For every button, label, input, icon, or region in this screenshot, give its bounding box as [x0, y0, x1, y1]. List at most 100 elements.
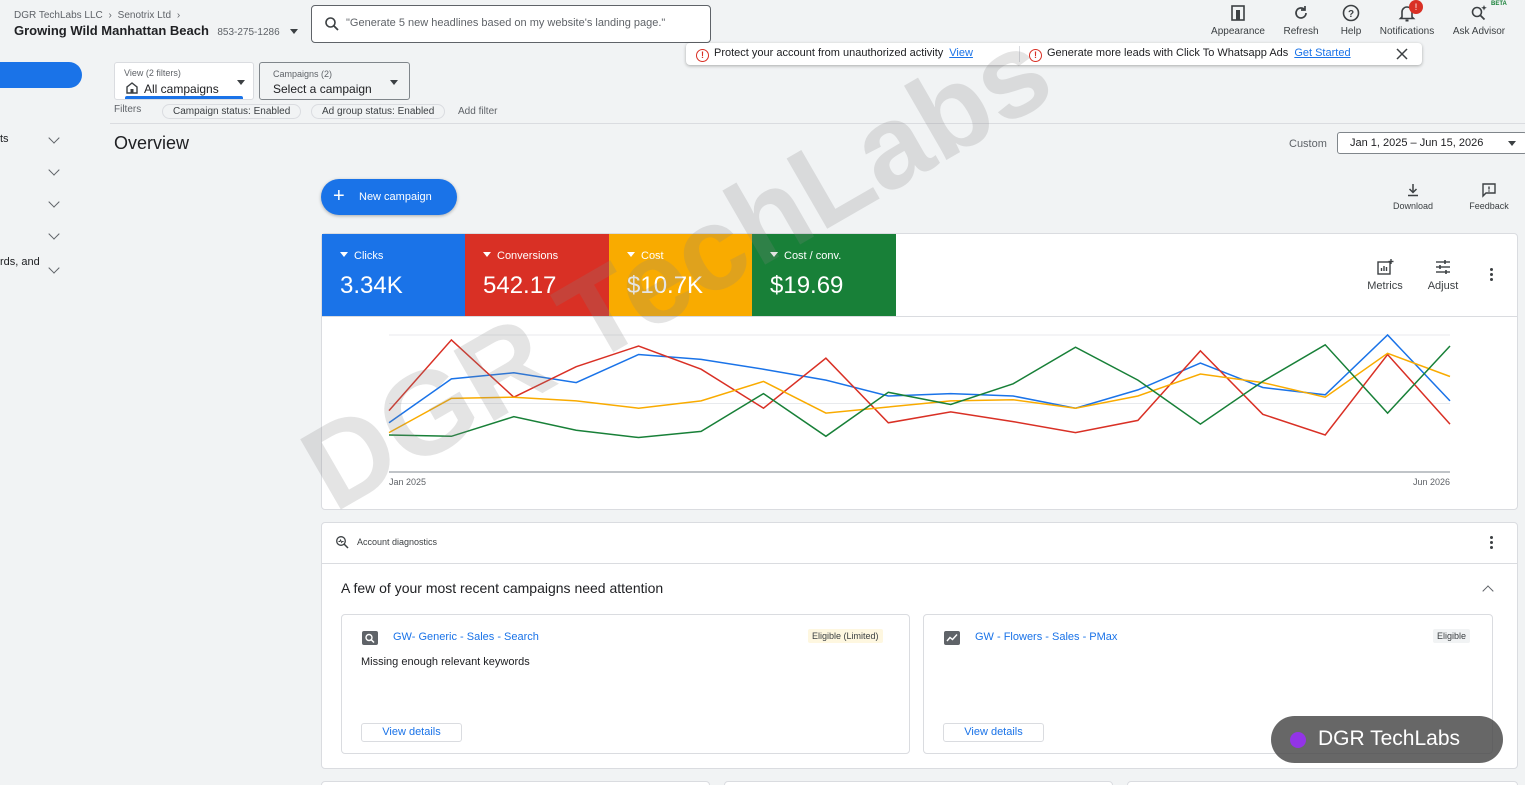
- notifications-label: Notifications: [1379, 26, 1435, 37]
- metric-value: $19.69: [770, 272, 844, 299]
- metrics-label: Metrics: [1367, 280, 1403, 292]
- account-switcher[interactable]: Growing Wild Manhattan Beach 853-275-128…: [14, 22, 299, 40]
- metric-value: 3.34K: [340, 272, 403, 299]
- chevron-up-icon[interactable]: [1482, 585, 1494, 597]
- x-axis-end-label: Jun 2026: [1413, 477, 1450, 487]
- card-partial: [724, 781, 1113, 785]
- feedback-icon: [1482, 183, 1496, 198]
- chevron-right-icon: ›: [176, 10, 181, 21]
- download-button[interactable]: Download: [1388, 182, 1438, 211]
- chevron-down-icon[interactable]: [48, 132, 60, 144]
- ai-search-icon: [1471, 5, 1487, 21]
- dropdown-arrow-icon: [1508, 141, 1516, 146]
- metric-tile-clicks[interactable]: Clicks 3.34K: [322, 234, 465, 316]
- new-campaign-button[interactable]: + New campaign: [321, 179, 457, 215]
- feedback-label: Feedback: [1469, 201, 1509, 211]
- feedback-button[interactable]: Feedback: [1464, 182, 1514, 211]
- sidebar-item-label[interactable]: rds, and: [0, 256, 40, 268]
- status-badge: Eligible: [1433, 629, 1471, 643]
- chevron-down-icon[interactable]: [48, 228, 60, 240]
- help-button[interactable]: ? Help: [1331, 3, 1371, 37]
- breadcrumb-item-sub[interactable]: Senotrix Ltd: [118, 10, 171, 21]
- get-started-link[interactable]: Get Started: [1294, 47, 1350, 59]
- banner-divider: [1019, 46, 1020, 62]
- more-options-icon[interactable]: [1490, 268, 1494, 283]
- date-range-type: Custom: [1289, 138, 1327, 150]
- view-details-button[interactable]: View details: [361, 723, 462, 742]
- close-icon[interactable]: [1396, 48, 1408, 60]
- metric-name: Clicks: [354, 250, 384, 262]
- brand-dot: [1290, 732, 1306, 748]
- more-options-icon[interactable]: [1490, 536, 1494, 551]
- diagnostic-issue: Missing enough relevant keywords: [361, 656, 530, 668]
- divider: [110, 123, 1525, 124]
- card-partial: [1127, 781, 1518, 785]
- series-line-0[interactable]: [388, 333, 1451, 424]
- campaign-link[interactable]: GW - Flowers - Sales - PMax: [975, 631, 1117, 643]
- view-selector-value: All campaigns: [144, 82, 219, 96]
- search-campaign-icon: [362, 631, 378, 645]
- notifications-button[interactable]: Notifications: [1376, 3, 1438, 37]
- appearance-icon: [1231, 5, 1245, 21]
- campaign-diagnostic-card: GW- Generic - Sales - Search Eligible (L…: [341, 614, 910, 754]
- beta-badge: BETA: [1491, 1, 1507, 7]
- warning-icon: !: [1029, 49, 1042, 62]
- performance-line-chart: Jan 2025 Jun 2026: [388, 333, 1451, 487]
- search-input[interactable]: "Generate 5 new headlines based on my we…: [311, 5, 711, 43]
- metric-name: Cost / conv.: [784, 250, 842, 262]
- breadcrumb: DGR TechLabs LLC › Senotrix Ltd ›: [14, 10, 180, 21]
- ask-advisor-button[interactable]: Ask Advisor: [1448, 3, 1510, 37]
- divider: [322, 563, 1517, 564]
- adjust-button[interactable]: Adjust: [1421, 258, 1465, 292]
- dropdown-arrow-icon: [483, 252, 491, 257]
- chevron-right-icon: ›: [108, 10, 112, 21]
- breadcrumb-item-manager[interactable]: DGR TechLabs LLC: [14, 10, 103, 21]
- brand-badge: DGR TechLabs: [1271, 716, 1503, 763]
- campaign-selector-value: Select a campaign: [273, 82, 372, 96]
- metric-tile-cost-per-conv[interactable]: Cost / conv. $19.69: [752, 234, 896, 316]
- appearance-button[interactable]: Appearance: [1208, 3, 1268, 37]
- metric-tile-conversions[interactable]: Conversions 542.17: [465, 234, 609, 316]
- add-filter-button[interactable]: Add filter: [458, 106, 497, 117]
- refresh-button[interactable]: Refresh: [1281, 3, 1321, 37]
- series-line-1[interactable]: [388, 338, 1451, 436]
- chevron-down-icon[interactable]: [48, 262, 60, 274]
- whatsapp-promo-text: Generate more leads with Click To Whatsa…: [1047, 47, 1289, 59]
- sidebar-create-button[interactable]: [0, 62, 82, 88]
- dropdown-arrow-icon: [340, 252, 348, 257]
- search-icon: [325, 17, 339, 31]
- performance-card: Clicks 3.34K Conversions 542.17 Cost $10…: [321, 233, 1518, 510]
- view-selector[interactable]: View (2 filters) All campaigns: [114, 62, 254, 100]
- download-icon: [1408, 184, 1418, 197]
- chevron-down-icon[interactable]: [48, 196, 60, 208]
- sidebar-item-label[interactable]: ts: [0, 133, 9, 145]
- tune-icon: [1436, 260, 1450, 274]
- filter-chip-campaign-status[interactable]: Campaign status: Enabled: [162, 104, 302, 119]
- card-partial: [321, 781, 710, 785]
- dropdown-arrow-icon: [770, 252, 778, 257]
- add-chart-icon: [1377, 259, 1394, 275]
- filters-label: Filters: [114, 104, 142, 115]
- security-view-link[interactable]: View: [949, 47, 973, 59]
- refresh-icon: [1295, 6, 1307, 19]
- svg-text:?: ?: [1348, 9, 1354, 20]
- campaign-selector[interactable]: Campaigns (2) Select a campaign: [259, 62, 410, 100]
- dropdown-arrow-icon: [290, 29, 299, 34]
- account-id: 853-275-1286: [217, 27, 280, 38]
- view-details-button[interactable]: View details: [943, 723, 1044, 742]
- view-selector-underline: [125, 96, 243, 99]
- whatsapp-promo: ! Generate more leads with Click To Whats…: [1029, 47, 1351, 62]
- chevron-down-icon[interactable]: [48, 164, 60, 176]
- ask-advisor-label: Ask Advisor: [1452, 26, 1506, 37]
- refresh-label: Refresh: [1283, 26, 1319, 37]
- metrics-button[interactable]: Metrics: [1360, 258, 1410, 292]
- date-range-picker[interactable]: Jan 1, 2025 – Jun 15, 2026: [1337, 132, 1525, 154]
- dropdown-arrow-icon: [390, 80, 398, 85]
- metric-tile-cost[interactable]: Cost $10.7K: [609, 234, 752, 316]
- security-alert: ! Protect your account from unauthorized …: [696, 47, 973, 62]
- search-placeholder: "Generate 5 new headlines based on my we…: [346, 17, 666, 29]
- metric-value: 542.17: [483, 272, 557, 299]
- campaign-link[interactable]: GW- Generic - Sales - Search: [393, 631, 539, 643]
- brand-text: DGR TechLabs: [1318, 727, 1461, 750]
- filter-chip-ad-group-status[interactable]: Ad group status: Enabled: [311, 104, 446, 119]
